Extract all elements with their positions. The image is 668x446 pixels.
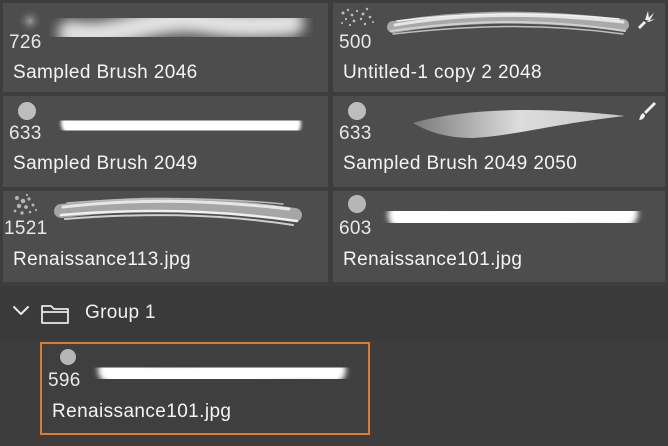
- brush-tile[interactable]: 633 Sampled Brush 2049 2050: [333, 96, 665, 187]
- chevron-down-icon[interactable]: [12, 304, 30, 318]
- brush-name: Sampled Brush 2049: [13, 153, 198, 174]
- brush-name: Sampled Brush 2046: [13, 62, 198, 83]
- brush-tile[interactable]: 633 Sampled Brush 2049: [3, 96, 328, 187]
- brush-stroke-preview: [61, 107, 301, 144]
- brush-tile[interactable]: 500 Untitled-1 copy 2 2048: [333, 3, 665, 92]
- brush-stroke-preview: [388, 197, 638, 237]
- paintbrush-icon: [639, 102, 656, 120]
- brush-stroke-preview: [54, 197, 302, 226]
- brush-stroke-preview: [387, 11, 629, 35]
- brush-name: Renaissance101.jpg: [52, 401, 232, 422]
- group-label: Group 1: [85, 302, 156, 323]
- brush-size: 633: [9, 123, 42, 144]
- brush-group-header[interactable]: Group 1: [0, 286, 668, 340]
- brush-size: 633: [339, 123, 372, 144]
- brush-name: Sampled Brush 2049 2050: [343, 153, 578, 174]
- fan-brush-icon: [638, 11, 655, 29]
- brush-tile[interactable]: 726 Sampled Brush 2046: [3, 3, 328, 92]
- folder-icon: [41, 305, 69, 324]
- brush-name: Untitled-1 copy 2 2048: [343, 62, 542, 83]
- brush-stroke-preview: [58, 6, 304, 49]
- brush-name: Renaissance113.jpg: [13, 249, 191, 270]
- brush-size: 726: [9, 32, 42, 53]
- brush-name: Renaissance101.jpg: [343, 249, 523, 270]
- brush-size: 603: [339, 218, 372, 239]
- brush-stroke-preview: [98, 354, 346, 392]
- brush-size: 596: [48, 370, 81, 391]
- brush-stroke-preview: [413, 110, 625, 138]
- brush-size: 500: [339, 32, 372, 53]
- brush-tile[interactable]: 603 Renaissance101.jpg: [333, 191, 665, 282]
- brush-tile-selected[interactable]: 596 Renaissance101.jpg: [40, 342, 370, 435]
- brush-size: 1521: [4, 218, 48, 239]
- brush-tile[interactable]: 1521 Renaissance113.jpg: [3, 191, 328, 282]
